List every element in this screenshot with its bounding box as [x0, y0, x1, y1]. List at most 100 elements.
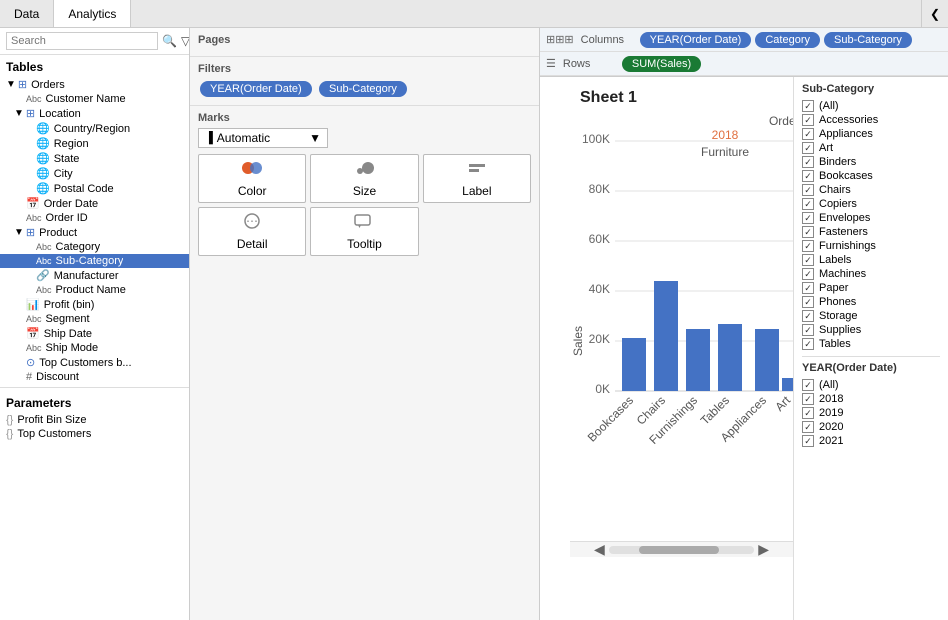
checkbox-2020[interactable] — [802, 421, 814, 433]
field-order-id[interactable]: Abc Order ID — [0, 211, 189, 225]
product-group[interactable]: ▼ ⊞ Product — [0, 225, 189, 240]
orders-group[interactable]: ▼ ⊞ Orders — [0, 77, 189, 92]
location-toggle[interactable]: ▼ — [14, 108, 24, 119]
field-subcategory[interactable]: Abc Sub-Category — [0, 254, 189, 268]
legend-item-copiers[interactable]: Copiers — [802, 197, 940, 211]
bar-art-2018[interactable] — [782, 378, 793, 391]
pill-year[interactable]: YEAR(Order Date) — [640, 32, 752, 48]
field-product-name[interactable]: Abc Product Name — [0, 283, 189, 297]
scroll-track[interactable] — [609, 546, 754, 554]
mark-label-btn[interactable]: Label — [423, 154, 531, 203]
legend-item-phones[interactable]: Phones — [802, 295, 940, 309]
field-region[interactable]: 🌐 Region — [0, 136, 189, 151]
mark-detail-btn[interactable]: ⋯ Detail — [198, 207, 306, 256]
legend-item-storage[interactable]: Storage — [802, 309, 940, 323]
legend-item-appliances[interactable]: Appliances — [802, 127, 940, 141]
legend-year-2020[interactable]: 2020 — [802, 420, 940, 434]
field-discount[interactable]: # Discount — [0, 370, 189, 384]
param-top-customers[interactable]: {} Top Customers — [0, 427, 189, 441]
horizontal-scrollbar[interactable]: ◀ ▶ — [570, 541, 793, 557]
checkbox-paper[interactable] — [802, 282, 814, 294]
checkbox-tables[interactable] — [802, 338, 814, 350]
field-country[interactable]: 🌐 Country/Region — [0, 121, 189, 136]
param-profit-bin[interactable]: {} Profit Bin Size — [0, 413, 189, 427]
legend-item-art[interactable]: Art — [802, 141, 940, 155]
legend-year-2019[interactable]: 2019 — [802, 406, 940, 420]
field-postal[interactable]: 🌐 Postal Code — [0, 181, 189, 196]
field-top-customers[interactable]: ⊙ Top Customers b... — [0, 355, 189, 370]
legend-item-chairs[interactable]: Chairs — [802, 183, 940, 197]
checkbox-2018[interactable] — [802, 393, 814, 405]
legend-year-2018[interactable]: 2018 — [802, 392, 940, 406]
scroll-right-arrow[interactable]: ▶ — [754, 541, 773, 558]
checkbox-chairs[interactable] — [802, 184, 814, 196]
tab-data[interactable]: Data — [0, 0, 54, 27]
field-customer-name[interactable]: Abc Customer Name — [0, 92, 189, 106]
field-state[interactable]: 🌐 State — [0, 151, 189, 166]
collapse-button[interactable]: ❮ — [921, 0, 948, 27]
mark-color-btn[interactable]: Color — [198, 154, 306, 203]
checkbox-binders[interactable] — [802, 156, 814, 168]
checkbox-copiers[interactable] — [802, 198, 814, 210]
field-category[interactable]: Abc Category — [0, 240, 189, 254]
checkbox-bookcases[interactable] — [802, 170, 814, 182]
legend-item-labels[interactable]: Labels — [802, 253, 940, 267]
checkbox-labels[interactable] — [802, 254, 814, 266]
orders-toggle[interactable]: ▼ — [6, 79, 16, 90]
legend-item-machines[interactable]: Machines — [802, 267, 940, 281]
marks-type-dropdown[interactable]: ▐ Automatic ▼ — [198, 128, 328, 148]
bar-chairs-2018[interactable] — [654, 281, 678, 391]
scroll-left-arrow[interactable]: ◀ — [590, 541, 609, 558]
legend-item-paper[interactable]: Paper — [802, 281, 940, 295]
checkbox-art[interactable] — [802, 142, 814, 154]
legend-item-fasteners[interactable]: Fasteners — [802, 225, 940, 239]
legend-item-binders[interactable]: Binders — [802, 155, 940, 169]
legend-year-2021[interactable]: 2021 — [802, 434, 940, 448]
legend-item-tables[interactable]: Tables — [802, 337, 940, 351]
scroll-thumb[interactable] — [639, 546, 719, 554]
checkbox-machines[interactable] — [802, 268, 814, 280]
legend-item-bookcases[interactable]: Bookcases — [802, 169, 940, 183]
checkbox-year-all[interactable] — [802, 379, 814, 391]
checkbox-all[interactable] — [802, 100, 814, 112]
location-group[interactable]: ▼ ⊞ Location — [0, 106, 189, 121]
filter-pill-year[interactable]: YEAR(Order Date) — [200, 81, 312, 97]
mark-tooltip-btn[interactable]: Tooltip — [310, 207, 418, 256]
bar-furnishings-2018[interactable] — [686, 329, 710, 391]
field-segment[interactable]: Abc Segment — [0, 312, 189, 326]
tab-analytics[interactable]: Analytics — [54, 0, 131, 27]
field-manufacturer[interactable]: 🔗 Manufacturer — [0, 268, 189, 283]
checkbox-envelopes[interactable] — [802, 212, 814, 224]
checkbox-2019[interactable] — [802, 407, 814, 419]
mark-size-btn[interactable]: Size — [310, 154, 418, 203]
bar-tables-2018[interactable] — [718, 324, 742, 391]
pill-category[interactable]: Category — [755, 32, 820, 48]
pill-subcategory[interactable]: Sub-Category — [824, 32, 912, 48]
field-ship-mode[interactable]: Abc Ship Mode — [0, 341, 189, 355]
search-icon[interactable]: 🔍 — [162, 34, 177, 48]
checkbox-furnishings[interactable] — [802, 240, 814, 252]
pill-sales[interactable]: SUM(Sales) — [622, 56, 701, 72]
legend-item-supplies[interactable]: Supplies — [802, 323, 940, 337]
field-city[interactable]: 🌐 City — [0, 166, 189, 181]
field-ship-date[interactable]: 📅 Ship Date — [0, 326, 189, 341]
checkbox-2021[interactable] — [802, 435, 814, 447]
filter-pill-subcat[interactable]: Sub-Category — [319, 81, 407, 97]
checkbox-accessories[interactable] — [802, 114, 814, 126]
legend-item-envelopes[interactable]: Envelopes — [802, 211, 940, 225]
field-profit-bin[interactable]: 📊 Profit (bin) — [0, 297, 189, 312]
bar-bookcases-2018[interactable] — [622, 338, 646, 391]
search-input[interactable] — [6, 32, 158, 50]
legend-item-accessories[interactable]: Accessories — [802, 113, 940, 127]
legend-year-all[interactable]: (All) — [802, 378, 940, 392]
checkbox-phones[interactable] — [802, 296, 814, 308]
legend-item-all[interactable]: (All) — [802, 99, 940, 113]
product-toggle[interactable]: ▼ — [14, 227, 24, 238]
checkbox-supplies[interactable] — [802, 324, 814, 336]
checkbox-fasteners[interactable] — [802, 226, 814, 238]
checkbox-storage[interactable] — [802, 310, 814, 322]
checkbox-appliances[interactable] — [802, 128, 814, 140]
legend-item-furnishings[interactable]: Furnishings — [802, 239, 940, 253]
field-order-date[interactable]: 📅 Order Date — [0, 196, 189, 211]
bar-appliances-2018[interactable] — [755, 329, 779, 391]
